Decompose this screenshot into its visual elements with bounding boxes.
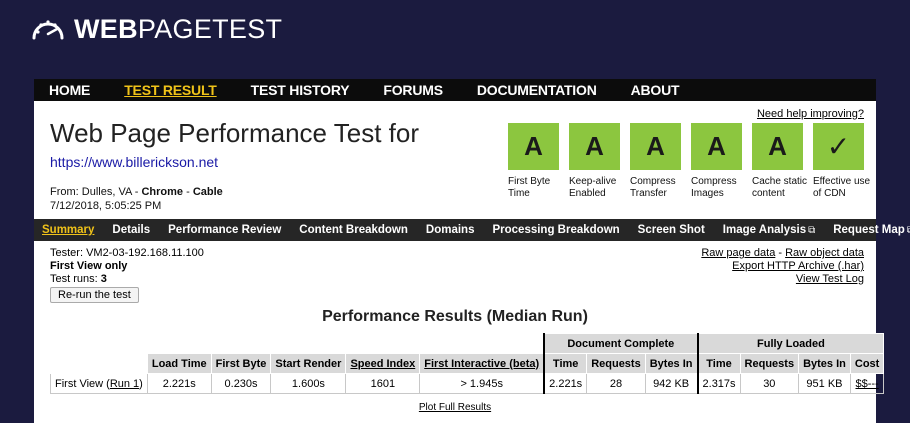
nav-documentation[interactable]: DOCUMENTATION bbox=[477, 82, 597, 98]
cell-speed-index: 1601 bbox=[345, 373, 421, 394]
rerun-test-button[interactable]: Re-run the test bbox=[50, 287, 139, 303]
nav-test-history[interactable]: TEST HISTORY bbox=[251, 82, 350, 98]
tab-domains[interactable]: Domains bbox=[426, 224, 475, 236]
grade-label: Compress Images bbox=[691, 176, 737, 199]
tab-processing-breakdown[interactable]: Processing Breakdown bbox=[492, 224, 619, 236]
tested-url: https://www.billerickson.net bbox=[50, 154, 219, 170]
tab-performance-review[interactable]: Performance Review bbox=[168, 224, 281, 236]
result-tabs: Summary Details Performance Review Conte… bbox=[34, 219, 910, 241]
test-info: Tester: VM2-03-192.168.11.100 First View… bbox=[50, 247, 204, 286]
nav-about[interactable]: ABOUT bbox=[631, 82, 680, 98]
grade-value: A bbox=[508, 123, 559, 170]
tester-id: Tester: VM2-03-192.168.11.100 bbox=[50, 247, 204, 259]
test-location: From: Dulles, VA - Chrome - Cable 7/12/2… bbox=[50, 186, 223, 212]
col-cost: Cost bbox=[849, 353, 885, 374]
results-heading: Performance Results (Median Run) bbox=[322, 308, 588, 325]
cell-first-interactive: > 1.945s bbox=[419, 373, 545, 394]
tab-request-map[interactable]: Request Map⧉ bbox=[833, 224, 910, 236]
test-runs: Test runs: 3 bbox=[50, 273, 107, 285]
grade-keep-alive[interactable]: A Keep-alive Enabled bbox=[569, 123, 628, 200]
cell-doc-bytes: 942 KB bbox=[644, 373, 699, 394]
speedometer-icon bbox=[32, 20, 64, 40]
cell-doc-time: 2.221s bbox=[543, 373, 588, 394]
grade-compress-images[interactable]: A Compress Images bbox=[691, 123, 750, 200]
col-load-time: Load Time bbox=[146, 353, 212, 374]
connection-type: Cable bbox=[192, 186, 223, 198]
tab-screen-shot[interactable]: Screen Shot bbox=[638, 224, 705, 236]
nav-home[interactable]: HOME bbox=[49, 82, 90, 98]
grade-label: Keep-alive Enabled bbox=[569, 176, 617, 199]
col-speed-index[interactable]: Speed Index bbox=[345, 353, 421, 374]
need-help-link[interactable]: Need help improving? bbox=[757, 108, 864, 120]
cell-cost[interactable]: $$--- bbox=[849, 373, 885, 394]
data-links: Raw page data - Raw object data Export H… bbox=[701, 247, 864, 285]
view-mode: First View only bbox=[50, 260, 128, 272]
brand-name: WEBPAGETEST bbox=[74, 13, 283, 44]
external-link-icon: ⧉ bbox=[808, 225, 816, 236]
browser-name: Chrome bbox=[141, 186, 184, 198]
cell-full-bytes: 951 KB bbox=[798, 373, 851, 394]
plot-full-results-link[interactable]: Plot Full Results bbox=[34, 402, 876, 413]
col-doc-bytes: Bytes In bbox=[644, 353, 699, 374]
grade-compress-transfer[interactable]: A Compress Transfer bbox=[630, 123, 689, 200]
view-test-log-link[interactable]: View Test Log bbox=[796, 273, 864, 285]
row-label: First View (Run 1) bbox=[50, 373, 148, 394]
fully-loaded-header: Fully Loaded bbox=[696, 333, 885, 354]
grade-value: A bbox=[630, 123, 681, 170]
grade-cdn[interactable]: ✓ Effective use of CDN bbox=[813, 123, 872, 200]
cell-first-byte: 0.230s bbox=[210, 373, 272, 394]
col-start-render: Start Render bbox=[270, 353, 347, 374]
col-full-bytes: Bytes In bbox=[798, 353, 851, 374]
cell-start-render: 1.600s bbox=[270, 373, 347, 394]
test-date: 7/12/2018, 5:05:25 PM bbox=[50, 200, 162, 212]
grade-value: A bbox=[752, 123, 803, 170]
cost-link[interactable]: $$--- bbox=[855, 378, 878, 390]
cell-load-time: 2.221s bbox=[146, 373, 212, 394]
grade-value: A bbox=[691, 123, 742, 170]
grade-cache-static[interactable]: A Cache static content bbox=[752, 123, 811, 200]
run-1-link[interactable]: Run 1 bbox=[110, 378, 139, 390]
cell-full-time: 2.317s bbox=[696, 373, 741, 394]
export-har-link[interactable]: Export HTTP Archive (.har) bbox=[732, 260, 864, 272]
tab-image-analysis[interactable]: Image Analysis ⧉ bbox=[723, 224, 815, 236]
page-title: Web Page Performance Test for bbox=[50, 118, 420, 148]
nav-test-result[interactable]: TEST RESULT bbox=[124, 82, 217, 98]
table-column-header: Load Time First Byte Start Render Speed … bbox=[50, 353, 885, 374]
results-panel: Need help improving? Web Page Performanc… bbox=[34, 101, 910, 423]
grade-label: Compress Transfer bbox=[630, 176, 676, 199]
col-full-time: Time bbox=[696, 353, 741, 374]
col-doc-requests: Requests bbox=[586, 353, 646, 374]
grades-row: A First Byte Time A Keep-alive Enabled A… bbox=[508, 123, 874, 200]
nav-forums[interactable]: FORUMS bbox=[383, 82, 443, 98]
table-row: First View (Run 1) 2.221s 0.230s 1.600s … bbox=[50, 373, 885, 394]
table-group-header: Document Complete Fully Loaded bbox=[50, 333, 885, 354]
results-table: Document Complete Fully Loaded Load Time… bbox=[50, 333, 885, 394]
raw-page-data-link[interactable]: Raw page data bbox=[701, 247, 775, 259]
grade-label: First Byte Time bbox=[508, 176, 551, 199]
webpagetest-logo[interactable]: WEBPAGETEST bbox=[30, 12, 282, 46]
tab-content-breakdown[interactable]: Content Breakdown bbox=[299, 224, 408, 236]
col-first-byte: First Byte bbox=[210, 353, 272, 374]
raw-object-data-link[interactable]: Raw object data bbox=[785, 247, 864, 259]
grade-label: Effective use of CDN bbox=[813, 176, 871, 199]
grade-value: A bbox=[569, 123, 620, 170]
tab-summary[interactable]: Summary bbox=[42, 224, 94, 236]
cell-full-requests: 30 bbox=[739, 373, 800, 394]
grade-first-byte[interactable]: A First Byte Time bbox=[508, 123, 567, 200]
col-first-interactive[interactable]: First Interactive (beta) bbox=[419, 353, 545, 374]
document-complete-header: Document Complete bbox=[543, 333, 699, 354]
col-doc-time: Time bbox=[543, 353, 588, 374]
col-full-requests: Requests bbox=[739, 353, 800, 374]
blank-header bbox=[50, 333, 545, 354]
checkmark-icon: ✓ bbox=[813, 123, 864, 170]
grade-label: Cache static content bbox=[752, 176, 808, 199]
row-label-header bbox=[50, 353, 148, 374]
cell-doc-requests: 28 bbox=[586, 373, 646, 394]
tab-details[interactable]: Details bbox=[112, 224, 150, 236]
main-nav: HOME TEST RESULT TEST HISTORY FORUMS DOC… bbox=[34, 79, 876, 101]
